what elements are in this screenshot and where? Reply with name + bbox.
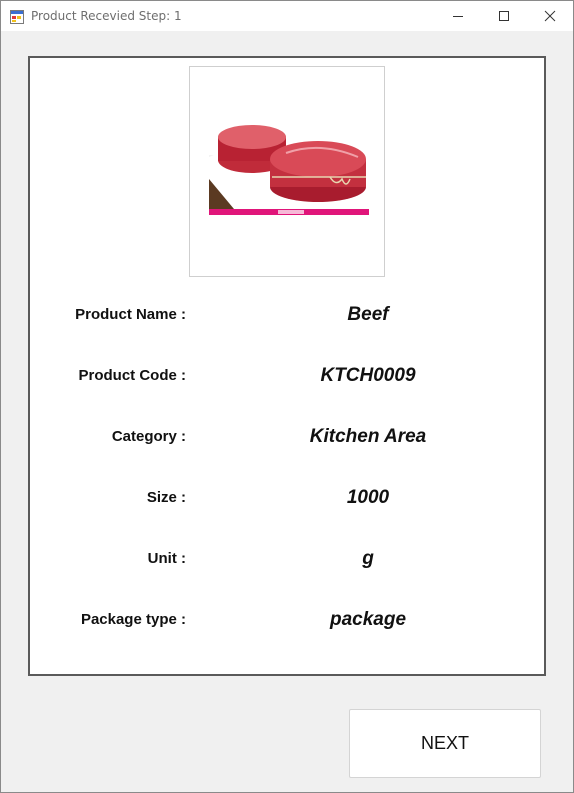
product-image: [189, 66, 385, 277]
dialog-window: Product Recevied Step: 1 Product Name: …: [0, 0, 574, 793]
unit-value: g: [362, 548, 374, 569]
window-title: Product Recevied Step: 1: [31, 9, 182, 23]
maximize-icon: [499, 11, 509, 21]
product-name-value: Beef: [347, 304, 389, 325]
size-value: 1000: [346, 487, 390, 508]
package-type-value: package: [329, 609, 407, 630]
field-row-unit: Unit : g: [30, 546, 544, 576]
next-button[interactable]: NEXT: [349, 709, 541, 778]
close-icon: [544, 10, 556, 22]
product-code-label: Product Code :: [78, 367, 187, 384]
minimize-button[interactable]: [435, 1, 481, 31]
size-label: Size :: [146, 489, 186, 506]
product-name-label: Product Name :: [75, 306, 186, 323]
maximize-button[interactable]: [481, 1, 527, 31]
field-row-product-code: Product Code : KTCH0009: [30, 363, 544, 393]
field-row-category: Category : Kitchen Area: [30, 424, 544, 454]
form-icon: [10, 9, 24, 24]
close-button[interactable]: [527, 1, 573, 31]
field-row-product-name: Product Name : Beef: [30, 302, 544, 332]
unit-label: Unit :: [147, 550, 186, 567]
field-row-package-type: Package type : package: [30, 607, 544, 637]
product-photo: [190, 125, 384, 222]
field-row-size: Size : 1000: [30, 485, 544, 515]
product-details-panel: Product Name : Beef Product Code : KTCH0…: [28, 56, 546, 676]
package-type-label: Package type :: [80, 611, 186, 628]
title-bar[interactable]: Product Recevied Step: 1: [1, 1, 573, 31]
category-value: Kitchen Area: [309, 426, 427, 447]
product-code-value: KTCH0009: [320, 365, 416, 386]
minimize-icon: [453, 16, 463, 17]
category-label: Category :: [111, 428, 186, 445]
